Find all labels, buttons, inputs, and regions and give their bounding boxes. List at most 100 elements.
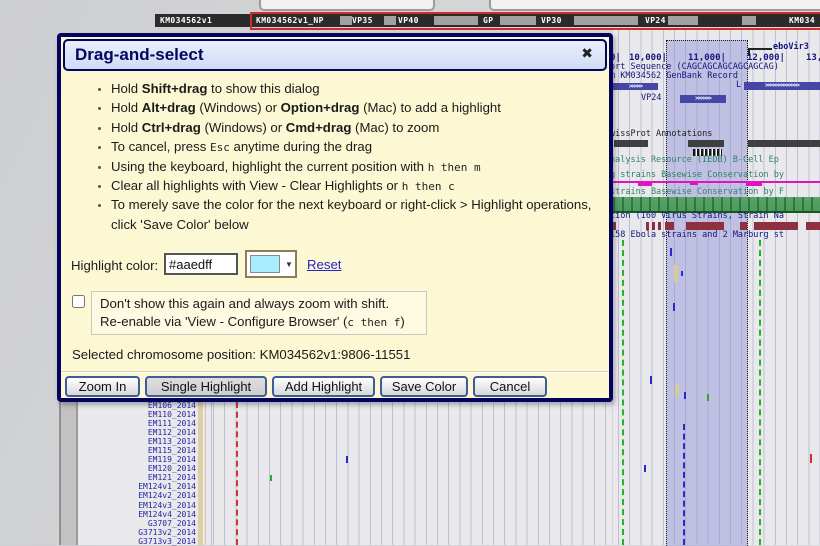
text-segment: anytime during the drag — [230, 139, 372, 154]
variant-tick-blue — [650, 376, 652, 384]
assembly-label: eboVir3 — [773, 43, 809, 52]
text-segment: (Mac) to zoom — [351, 120, 439, 135]
close-icon[interactable]: ✖ — [581, 46, 593, 62]
strain-variation-bar — [806, 222, 820, 230]
selected-position-text: Selected chromosome position: KM034562v1… — [72, 347, 410, 362]
dialog-title: Drag-and-select — [75, 45, 203, 65]
strain-label: EM124v2_2014 — [78, 491, 196, 500]
swissprot-bar — [748, 140, 820, 147]
green-dashed-guide-line — [622, 240, 624, 545]
text-segment: To cancel, press — [111, 139, 210, 154]
vp24-gene-bar[interactable]: >>>>>> — [680, 95, 726, 103]
strain-pink-line — [205, 402, 206, 545]
text-segment: Clear all highlights with View - Clear H… — [111, 178, 402, 193]
left-scrollbar[interactable] — [59, 402, 78, 545]
gene-gap-chip — [340, 16, 352, 25]
dialog-titlebar[interactable]: Drag-and-select ✖ — [63, 39, 607, 71]
strain-label: EM119_2014 — [78, 455, 196, 464]
green-dashed-guide-line — [759, 240, 761, 545]
text-segment: To merely save the color for the next ke… — [111, 197, 591, 231]
text-segment: Re-enable via 'View - Configure Browser'… — [100, 314, 347, 329]
dont-show-checkbox[interactable] — [72, 295, 85, 308]
text-segment: Hold — [111, 81, 142, 96]
swissprot-track-label: wissProt Annotations — [610, 130, 712, 139]
strain-variation-bar — [665, 222, 674, 230]
save-color-button[interactable]: Save Color — [380, 376, 468, 397]
conservation-dip — [690, 183, 698, 185]
text-segment: Hold — [111, 120, 142, 135]
variant-tick-blue — [644, 465, 646, 472]
add-highlight-button[interactable]: Add Highlight — [272, 376, 375, 397]
strain-label: G3713v3_2014 — [78, 537, 196, 546]
top-widget-right — [489, 0, 820, 11]
text-segment: Hold — [111, 100, 142, 115]
instruction-item: To merely save the color for the next ke… — [111, 195, 601, 234]
mono-key: h then m — [428, 161, 481, 174]
selection-frame-bottom — [250, 28, 820, 30]
gene-label[interactable]: KM034562v1 — [160, 16, 212, 25]
selection-frame-left — [250, 12, 252, 29]
strain-label: EM112_2014 — [78, 428, 196, 437]
genbank-gene-bar-right[interactable]: >>>>>>>>>>>>> — [744, 82, 820, 90]
strain-label: EM113_2014 — [78, 437, 196, 446]
gene-label[interactable]: VP30 — [541, 16, 562, 25]
text-segment: Alt+drag — [142, 100, 196, 115]
conservation-dip — [746, 183, 762, 186]
mono-key: c then f — [347, 316, 400, 329]
cancel-button[interactable]: Cancel — [473, 376, 547, 397]
selection-frame-top — [250, 12, 820, 14]
gene-label[interactable]: VP24 — [645, 16, 666, 25]
variant-tick-blue — [346, 456, 348, 463]
gene-l-label: L — [736, 81, 741, 90]
instruction-item: Clear all highlights with View - Clear H… — [111, 176, 601, 195]
genbank-gene-bar-left[interactable]: >>>>> — [613, 83, 658, 90]
color-picker-dropdown[interactable]: ▼ — [245, 250, 297, 278]
text-segment: Option+drag — [281, 100, 360, 115]
variant-tick-green — [270, 475, 272, 481]
gene-label[interactable]: VP40 — [398, 16, 419, 25]
conservation2-track-label: strains Basewise Conservation by F — [610, 188, 784, 197]
drag-highlight-region[interactable] — [666, 40, 748, 546]
instruction-list: Hold Shift+drag to show this dialogHold … — [95, 79, 601, 234]
gene-annotation-track: KM034562v1 KM034562v1_NP VP35 VP40 GP VP30 VP2… — [155, 14, 820, 27]
text-segment: (Mac) to add a highlight — [359, 100, 500, 115]
conservation1-track-label: g strains Basewise Conservation by — [610, 171, 784, 180]
variant-tick-tan — [674, 265, 678, 282]
gene-gap-chip — [742, 16, 756, 25]
text-segment: (Windows) or — [201, 120, 286, 135]
strain-label: EM120_2014 — [78, 464, 196, 473]
variant-tick-blue — [673, 303, 675, 311]
strain-label: EM124v1_2014 — [78, 482, 196, 491]
zoom-in-button[interactable]: Zoom In — [65, 376, 140, 397]
color-swatch — [250, 255, 280, 273]
red-dashed-guide-line — [236, 402, 238, 545]
strain-variation-bar — [740, 222, 747, 230]
text-segment: Ctrl+drag — [142, 120, 201, 135]
gene-label[interactable]: GP — [483, 16, 493, 25]
strain-label-column: EM106_2014EM110_2014EM111_2014EM112_2014… — [78, 401, 196, 546]
highlight-color-row: Highlight color: ▼ Reset — [61, 252, 609, 282]
gene-label[interactable]: VP35 — [352, 16, 373, 25]
text-segment: (Windows) or — [196, 100, 281, 115]
gene-gap-chip — [434, 16, 478, 25]
strain-variation-bar — [754, 222, 798, 230]
ruler-tick: 13,000| — [806, 53, 820, 63]
swissprot-bar — [614, 140, 648, 147]
instruction-item: To cancel, press Esc anytime during the … — [111, 137, 601, 156]
conservation-dip — [638, 183, 652, 186]
strain-label: EM106_2014 — [78, 401, 196, 410]
marburg-track-label: 158 Ebola strains and 2 Marburg st — [610, 231, 784, 240]
strain-label: G3707_2014 — [78, 519, 196, 528]
dont-show-line2: Re-enable via 'View - Configure Browser'… — [100, 313, 418, 331]
highlight-color-label: Highlight color: — [71, 258, 158, 273]
instruction-item: Hold Ctrl+drag (Windows) or Cmd+drag (Ma… — [111, 118, 601, 137]
drag-and-select-dialog: Drag-and-select ✖ Hold Shift+drag to sho… — [57, 33, 613, 402]
reset-link[interactable]: Reset — [307, 257, 341, 272]
gene-label[interactable]: KM034 — [789, 16, 815, 25]
variant-tick-tan — [675, 385, 679, 396]
strain-tan-column — [198, 402, 203, 545]
single-highlight-button[interactable]: Single Highlight — [145, 376, 267, 397]
strain-label: EM115_2014 — [78, 446, 196, 455]
gene-label[interactable]: KM034562v1_NP — [256, 16, 324, 25]
highlight-color-input[interactable] — [164, 253, 238, 275]
